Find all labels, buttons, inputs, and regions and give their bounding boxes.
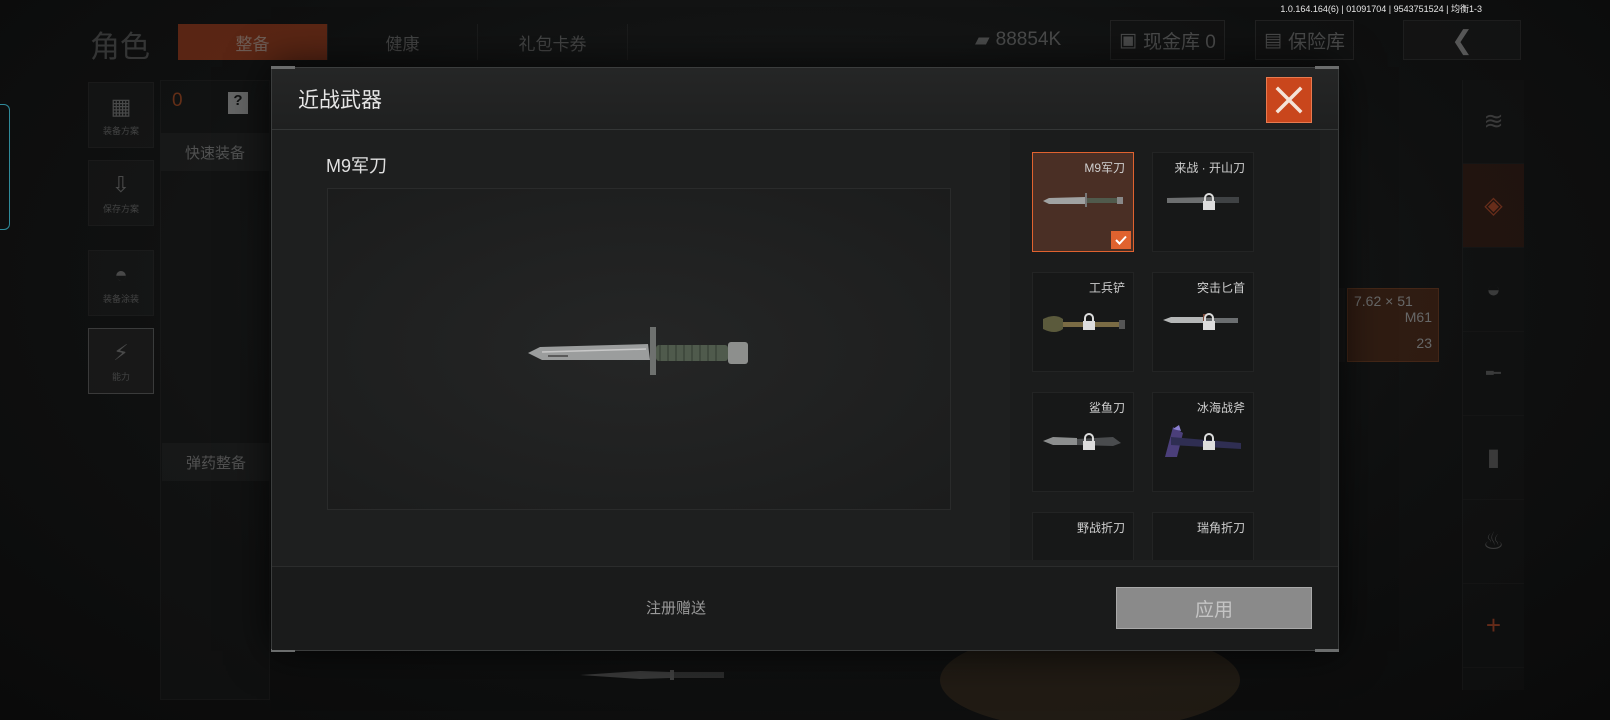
- close-icon: [1275, 86, 1303, 114]
- ammo-card[interactable]: 7.62 × 51 M61 23: [1347, 288, 1439, 362]
- back-button[interactable]: ❮: [1403, 20, 1521, 60]
- weapon-tile-assault-dagger[interactable]: 突击匕首: [1152, 272, 1254, 372]
- stack-icon[interactable]: ≋: [1463, 80, 1524, 164]
- download-icon: ⇩: [111, 171, 131, 197]
- layers-icon[interactable]: ◈: [1463, 164, 1524, 248]
- tile-name: 鲨鱼刀: [1088, 401, 1125, 415]
- save-plan-button[interactable]: ⇩ 保存方案: [88, 160, 154, 226]
- left-item-label: 保存方案: [102, 203, 139, 214]
- lightning-icon: ⚡: [113, 339, 129, 365]
- close-button[interactable]: [1266, 77, 1312, 123]
- tile-name: 来战 · 开山刀: [1174, 161, 1245, 175]
- magazine-icon[interactable]: ▮: [1463, 416, 1524, 500]
- money-icon: ▰: [975, 29, 990, 51]
- ammo-equip-button[interactable]: 弹药整备: [162, 443, 270, 481]
- m9-knife-image: [1043, 193, 1123, 207]
- vault-icon: ▣: [1119, 29, 1137, 51]
- knife-preview-image: [528, 327, 748, 375]
- ability-button[interactable]: ⚡ 能力: [88, 328, 154, 394]
- weapon-tile-shark-knife[interactable]: 鲨鱼刀: [1032, 392, 1134, 492]
- safe-icon: ▤: [1264, 29, 1282, 51]
- tab-equip[interactable]: 整备: [178, 24, 328, 60]
- weapon-tile-shovel[interactable]: 工兵铲: [1032, 272, 1134, 372]
- bottom-knife-image: [580, 670, 724, 680]
- tab-gift-cards[interactable]: 礼包卡券: [478, 24, 628, 60]
- cash-vault-button[interactable]: ▣ 现金库 0: [1110, 20, 1225, 60]
- check-icon: [1115, 235, 1127, 245]
- corner-accent: [1315, 66, 1339, 69]
- help-icon[interactable]: ?: [228, 92, 248, 114]
- selected-check: [1111, 231, 1131, 249]
- lock-icon: [1203, 433, 1215, 450]
- add-icon[interactable]: +: [1463, 584, 1524, 668]
- tile-name: 野战折刀: [1076, 521, 1125, 535]
- weapon-preview[interactable]: [327, 188, 951, 510]
- loadout-panel: [160, 80, 270, 700]
- weapon-tile-m9[interactable]: M9军刀: [1032, 152, 1134, 252]
- tile-name: 冰海战斧: [1196, 401, 1245, 415]
- ammo-caliber: 7.62 × 51: [1354, 293, 1413, 309]
- game-screen: 角色 整备 健康 礼包卡券 ▰ 88854K ▣ 现金库 0 ▤ 保险库 ❮ ▦…: [0, 0, 1610, 720]
- weapon-tile-horn-folding-knife[interactable]: 瑞角折刀: [1152, 512, 1254, 560]
- back-arrow-icon: ❮: [1451, 24, 1473, 55]
- skin-button[interactable]: ◓ 装备涂装: [88, 250, 154, 316]
- bag-count: 0: [172, 90, 183, 111]
- top-tabs: 整备 健康 礼包卡券: [178, 24, 628, 60]
- dialog-title: 近战武器: [298, 88, 382, 112]
- weapon-tile-machete[interactable]: 来战 · 开山刀: [1152, 152, 1254, 252]
- page-title: 角色: [90, 31, 150, 64]
- left-item-label: 装备方案: [102, 125, 139, 136]
- safe-label: 保险库: [1287, 31, 1345, 53]
- ammo-count: 23: [1416, 335, 1432, 351]
- helmet-icon: ◓: [114, 261, 128, 287]
- apply-button[interactable]: 应用: [1116, 587, 1312, 629]
- backpack-icon: ▦: [110, 93, 132, 119]
- safe-button[interactable]: ▤ 保险库: [1255, 20, 1354, 60]
- tile-name: M9军刀: [1084, 161, 1125, 175]
- tile-name: 突击匕首: [1196, 281, 1245, 295]
- acquire-method-text: 注册赠送: [646, 600, 707, 617]
- melee-weapon-dialog: 近战武器 M9军刀 M9军刀 来战 · 开山刀 工兵铲 突击匕首 鲨鱼刀 冰海战…: [271, 66, 1339, 652]
- dialog-header: 近战武器: [272, 68, 1338, 130]
- lock-icon: [1203, 313, 1215, 330]
- lock-icon: [1203, 193, 1215, 210]
- left-item-label: 能力: [111, 371, 130, 382]
- weapon-grid[interactable]: M9军刀 来战 · 开山刀 工兵铲 突击匕首 鲨鱼刀 冰海战斧 野战折刀 瑞角折…: [1010, 130, 1320, 560]
- tile-name: 瑞角折刀: [1196, 521, 1245, 535]
- helmet-category-icon[interactable]: ◒: [1463, 248, 1524, 332]
- ammo-model: M61: [1404, 309, 1432, 325]
- tile-name: 工兵铲: [1088, 281, 1125, 295]
- lock-icon: [1083, 433, 1095, 450]
- rifle-icon[interactable]: ╾: [1463, 332, 1524, 416]
- grenade-icon[interactable]: ♨: [1463, 500, 1524, 584]
- lock-icon: [1083, 313, 1095, 330]
- weapon-tile-ice-axe[interactable]: 冰海战斧: [1152, 392, 1254, 492]
- currency-value: 88854K: [995, 29, 1062, 50]
- selected-weapon-name: M9军刀: [326, 156, 388, 176]
- dialog-footer: 注册赠送 应用: [272, 566, 1338, 650]
- currency-display: ▰ 88854K: [975, 20, 1061, 60]
- left-menu: ▦ 装备方案 ⇩ 保存方案 ◓ 装备涂装 ⚡ 能力: [88, 82, 154, 406]
- weapon-tile-field-folding-knife[interactable]: 野战折刀: [1032, 512, 1134, 560]
- tab-health[interactable]: 健康: [328, 24, 478, 60]
- cash-vault-label: 现金库 0: [1142, 31, 1216, 53]
- loadout-plan-button[interactable]: ▦ 装备方案: [88, 82, 154, 148]
- left-item-label: 装备涂装: [102, 293, 139, 304]
- version-info: 1.0.164.164(6) | 01091704 | 9543751524 |…: [1280, 4, 1482, 14]
- right-category-strip: ≋ ◈ ◒ ╾ ▮ ♨ +: [1462, 80, 1524, 690]
- quick-equip-button[interactable]: 快速装备: [160, 133, 270, 171]
